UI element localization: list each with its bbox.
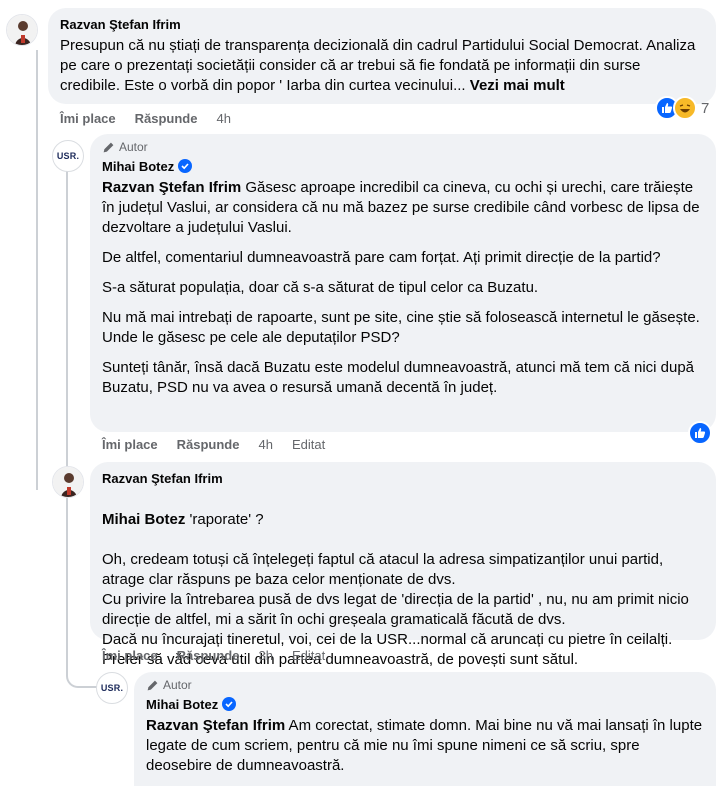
comment-body: Presupun că nu știați de transparența de… [60, 37, 696, 94]
avatar-label: USR. [100, 683, 124, 693]
reaction-count: 7 [701, 99, 710, 117]
reply-button[interactable]: Răspunde [135, 111, 198, 126]
comment-paragraph: S-a săturat populația, doar că s-a sătur… [102, 279, 539, 296]
thread-line [66, 500, 68, 670]
like-button[interactable]: Îmi place [102, 437, 158, 452]
comment-paragraph: Nu mă mai intrebați de rapoarte, sunt pe… [102, 309, 700, 346]
pencil-icon [147, 680, 158, 690]
timestamp[interactable]: 3h [258, 648, 272, 663]
comment-author[interactable]: Razvan Ştefan Ifrim [102, 471, 223, 486]
avatar-label: USR. [56, 151, 80, 161]
thread-line [66, 170, 68, 500]
like-reaction-icon[interactable] [688, 421, 712, 445]
comment-paragraph: Sunteți tânăr, însă dacă Buzatu este mod… [102, 359, 695, 396]
comment-paragraph: De altfel, comentariul dumneavoastră par… [102, 249, 661, 266]
avatar[interactable] [52, 466, 84, 498]
author-badge-label: Autor [119, 140, 148, 154]
pencil-icon [103, 142, 114, 152]
like-button[interactable]: Îmi place [60, 111, 116, 126]
comment-line: 'raporate' ? [185, 511, 264, 528]
mention-link[interactable]: Razvan Ştefan Ifrim [146, 717, 285, 734]
reaction-summary[interactable]: 7 [655, 96, 709, 120]
author-badge: Autor [146, 678, 704, 692]
author-badge-label: Autor [163, 678, 192, 692]
comment-text: Presupun că nu știați de transparența de… [60, 36, 704, 96]
comment-bubble: Razvan Ştefan Ifrim Presupun că nu știaț… [48, 8, 716, 104]
verified-badge-icon [178, 159, 193, 173]
mention-link[interactable]: Razvan Ştefan Ifrim [102, 179, 241, 196]
comment-text: Razvan Ştefan Ifrim Găsesc aproape incre… [102, 178, 704, 398]
reply-button[interactable]: Răspunde [177, 437, 240, 452]
author-badge: Autor [102, 140, 704, 154]
comment-bubble: Razvan Ştefan Ifrim Mihai Botez 'raporat… [90, 462, 716, 668]
comment-actions: Îmi place Răspunde 4h Editat [102, 437, 344, 452]
like-button[interactable]: Îmi place [102, 648, 158, 663]
reply-button[interactable]: Răspunde [177, 648, 240, 663]
comment-actions: Îmi place Răspunde 4h [60, 111, 250, 126]
thread-line [36, 50, 38, 490]
avatar[interactable]: USR. [96, 672, 128, 704]
edited-label: Editat [291, 437, 326, 452]
comment-author[interactable]: Razvan Ştefan Ifrim [60, 17, 181, 32]
comment-text: Razvan Ştefan Ifrim Am corectat, stimate… [146, 716, 704, 776]
mention-link[interactable]: Mihai Botez [102, 511, 185, 528]
timestamp[interactable]: 4h [258, 437, 272, 452]
see-more-link[interactable]: Vezi mai mult [470, 77, 565, 94]
comment-author[interactable]: Mihai Botez [102, 159, 174, 174]
verified-badge-icon [222, 697, 237, 711]
haha-icon [673, 96, 697, 120]
avatar[interactable]: USR. [52, 140, 84, 172]
edited-label: Editat [291, 648, 326, 663]
comment-actions: Îmi place Răspunde 3h Editat [102, 648, 344, 663]
avatar[interactable] [6, 14, 38, 46]
comment-author[interactable]: Mihai Botez [146, 697, 218, 712]
timestamp[interactable]: 4h [216, 111, 230, 126]
comment-bubble: Autor Mihai Botez Razvan Ştefan Ifrim Gă… [90, 134, 716, 432]
comment-bubble: Autor Mihai Botez Razvan Ştefan Ifrim Am… [134, 672, 716, 786]
